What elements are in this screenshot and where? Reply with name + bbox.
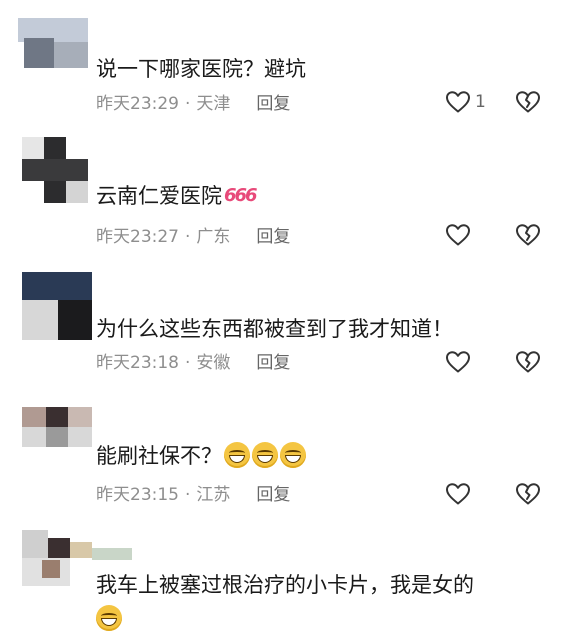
separator: · — [185, 353, 191, 373]
comment-meta: 昨天23:18 · 安徽 回复 — [96, 352, 290, 374]
like-button[interactable] — [445, 350, 509, 374]
comment-text-continuation — [96, 604, 122, 634]
comment-actions — [445, 350, 541, 374]
comment-time: 昨天23:18 — [96, 353, 179, 373]
comment-meta: 昨天23:29 · 天津 回复 — [96, 93, 290, 115]
like-button[interactable] — [445, 223, 509, 247]
reply-button[interactable]: 回复 — [256, 353, 290, 373]
separator: · — [185, 485, 191, 505]
comment-text: 我车上被塞过根治疗的小卡片，我是女的 — [96, 573, 474, 597]
like-button[interactable] — [445, 482, 509, 506]
comment-text: 云南仁爱医院 666 — [96, 181, 258, 211]
dislike-button[interactable] — [515, 223, 541, 247]
comment-text: 能刷社保不？ — [96, 441, 306, 471]
heart-outline-icon — [446, 483, 470, 505]
sticker-666: 666 — [224, 185, 258, 206]
comment-item: 说一下哪家医院？避坑 昨天23:29 · 天津 回复 1 — [0, 0, 571, 125]
separator: · — [185, 94, 191, 114]
comment-item: 为什么这些东西都被查到了我才知道！ 昨天23:18 · 安徽 回复 — [0, 260, 571, 395]
reply-button[interactable]: 回复 — [256, 485, 290, 505]
dislike-button[interactable] — [515, 482, 541, 506]
comment-actions: 1 — [445, 90, 541, 114]
comment-actions — [445, 223, 541, 247]
comment-text: 为什么这些东西都被查到了我才知道！ — [96, 317, 453, 341]
comment-meta: 昨天23:27 · 广东 回复 — [96, 226, 290, 248]
broken-heart-icon — [516, 351, 540, 373]
reply-button[interactable]: 回复 — [256, 94, 290, 114]
heart-outline-icon — [446, 91, 470, 113]
comment-actions — [445, 482, 541, 506]
like-button[interactable]: 1 — [445, 90, 509, 114]
comment-location: 江苏 — [196, 485, 231, 505]
grinning-squint-emoji — [280, 442, 306, 468]
avatar[interactable] — [22, 272, 92, 340]
comment-time: 昨天23:15 — [96, 485, 179, 505]
grinning-squint-emoji — [224, 442, 250, 468]
reply-button[interactable]: 回复 — [256, 227, 290, 247]
comment-location: 安徽 — [196, 353, 231, 373]
separator: · — [185, 227, 191, 247]
comment-text-body: 能刷社保不？ — [96, 444, 222, 468]
comment-item: 我车上被塞过根治疗的小卡片，我是女的 — [0, 520, 571, 640]
broken-heart-icon — [516, 483, 540, 505]
comment-text: 说一下哪家医院？避坑 — [96, 57, 306, 81]
like-count: 1 — [475, 92, 486, 112]
comment-location: 天津 — [196, 94, 231, 114]
comment-time: 昨天23:27 — [96, 227, 179, 247]
grinning-squint-emoji — [96, 605, 122, 631]
broken-heart-icon — [516, 91, 540, 113]
comment-text-body: 云南仁爱医院 — [96, 184, 222, 208]
grinning-squint-emoji — [252, 442, 278, 468]
comment-location: 广东 — [196, 227, 231, 247]
broken-heart-icon — [516, 224, 540, 246]
heart-outline-icon — [446, 351, 470, 373]
comment-meta: 昨天23:15 · 江苏 回复 — [96, 484, 290, 506]
comment-time: 昨天23:29 — [96, 94, 179, 114]
heart-outline-icon — [446, 224, 470, 246]
avatar[interactable] — [18, 18, 88, 72]
dislike-button[interactable] — [515, 350, 541, 374]
dislike-button[interactable] — [515, 90, 541, 114]
comment-item: 能刷社保不？ 昨天23:15 · 江苏 回复 — [0, 395, 571, 520]
avatar[interactable] — [22, 407, 92, 447]
avatar[interactable] — [22, 137, 88, 203]
comment-item: 云南仁爱医院 666 昨天23:27 · 广东 回复 — [0, 125, 571, 260]
